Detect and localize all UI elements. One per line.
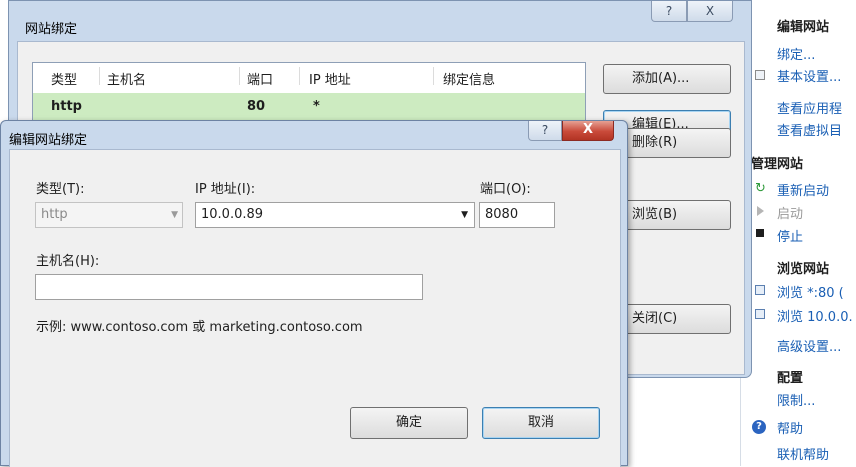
cancel-button[interactable]: 取消 bbox=[482, 407, 600, 439]
column-header-ip[interactable]: IP 地址 bbox=[309, 69, 351, 88]
column-header-host[interactable]: 主机名 bbox=[107, 69, 146, 88]
example-text: 示例: www.contoso.com 或 marketing.contoso.… bbox=[36, 320, 363, 335]
port-input[interactable]: 8080 bbox=[479, 202, 555, 228]
column-header-port[interactable]: 端口 bbox=[247, 69, 273, 88]
chevron-down-icon: ▼ bbox=[171, 210, 178, 220]
advanced-settings-link[interactable]: 高级设置... bbox=[777, 336, 841, 355]
stop-icon bbox=[756, 229, 764, 237]
column-divider bbox=[433, 67, 434, 85]
edit-site-header: 编辑网站 bbox=[777, 20, 830, 35]
browse-page-icon bbox=[755, 309, 765, 319]
dialog-title: 网站绑定 bbox=[25, 22, 78, 37]
restart-icon: ↻ bbox=[755, 181, 766, 196]
start-icon bbox=[757, 206, 764, 216]
help-icon: ? bbox=[752, 420, 766, 434]
dialog-title: 编辑网站绑定 bbox=[9, 133, 88, 148]
manage-site-header: 管理网站 bbox=[751, 157, 804, 172]
column-divider bbox=[99, 67, 100, 85]
type-select: http ▼ bbox=[35, 202, 183, 228]
settings-page-icon bbox=[755, 70, 765, 80]
help-button[interactable]: ? bbox=[528, 121, 562, 141]
column-divider bbox=[299, 67, 300, 85]
actions-pane: 编辑网站 绑定... 基本设置... 查看应用程 查看虚拟目 管理网站 ↻ 重新… bbox=[740, 0, 856, 466]
cell-ip: * bbox=[313, 99, 320, 114]
configure-header: 配置 bbox=[777, 371, 804, 386]
browse-ip-link[interactable]: 浏览 10.0.0. bbox=[777, 306, 853, 325]
ip-address-label: IP 地址(I): bbox=[195, 182, 256, 197]
browse-page-icon bbox=[755, 285, 765, 295]
type-value: http bbox=[41, 207, 68, 222]
browse-site-header: 浏览网站 bbox=[777, 262, 830, 277]
close-button[interactable]: X bbox=[562, 121, 614, 141]
ok-button[interactable]: 确定 bbox=[350, 407, 468, 439]
chevron-down-icon: ▼ bbox=[461, 210, 468, 220]
limits-link[interactable]: 限制... bbox=[777, 390, 815, 409]
view-virtual-directories-link[interactable]: 查看虚拟目 bbox=[777, 120, 842, 139]
port-label: 端口(O): bbox=[480, 182, 531, 197]
restart-link[interactable]: 重新启动 bbox=[777, 180, 829, 199]
host-name-input[interactable] bbox=[35, 274, 423, 300]
help-link[interactable]: 帮助 bbox=[777, 418, 803, 437]
host-name-label: 主机名(H): bbox=[36, 254, 100, 269]
dialog-body: 类型(T): http ▼ IP 地址(I): 10.0.0.89 ▼ 端口(O… bbox=[9, 149, 621, 467]
stop-link[interactable]: 停止 bbox=[777, 226, 803, 245]
column-divider bbox=[239, 67, 240, 85]
cell-port: 80 bbox=[247, 99, 266, 114]
column-header-binding-info[interactable]: 绑定信息 bbox=[443, 69, 495, 88]
cell-type: http bbox=[51, 99, 82, 114]
basic-settings-link[interactable]: 基本设置... bbox=[777, 66, 841, 85]
ip-address-value: 10.0.0.89 bbox=[201, 207, 264, 222]
column-header-type[interactable]: 类型 bbox=[51, 69, 77, 88]
add-binding-button[interactable]: 添加(A)... bbox=[603, 64, 731, 94]
type-label: 类型(T): bbox=[36, 182, 85, 197]
online-help-link[interactable]: 联机帮助 bbox=[777, 444, 829, 463]
port-value: 8080 bbox=[485, 207, 519, 222]
view-applications-link[interactable]: 查看应用程 bbox=[777, 98, 842, 117]
ip-address-select[interactable]: 10.0.0.89 ▼ bbox=[195, 202, 475, 228]
bindings-link[interactable]: 绑定... bbox=[777, 44, 815, 63]
start-link: 启动 bbox=[777, 207, 804, 222]
browse-port-80-link[interactable]: 浏览 *:80 ( bbox=[777, 282, 844, 301]
edit-site-binding-dialog: 编辑网站绑定 ? X 类型(T): http ▼ IP 地址(I): 10.0.… bbox=[0, 120, 628, 467]
help-button[interactable]: ? bbox=[651, 1, 687, 22]
close-button[interactable]: X bbox=[687, 1, 733, 22]
